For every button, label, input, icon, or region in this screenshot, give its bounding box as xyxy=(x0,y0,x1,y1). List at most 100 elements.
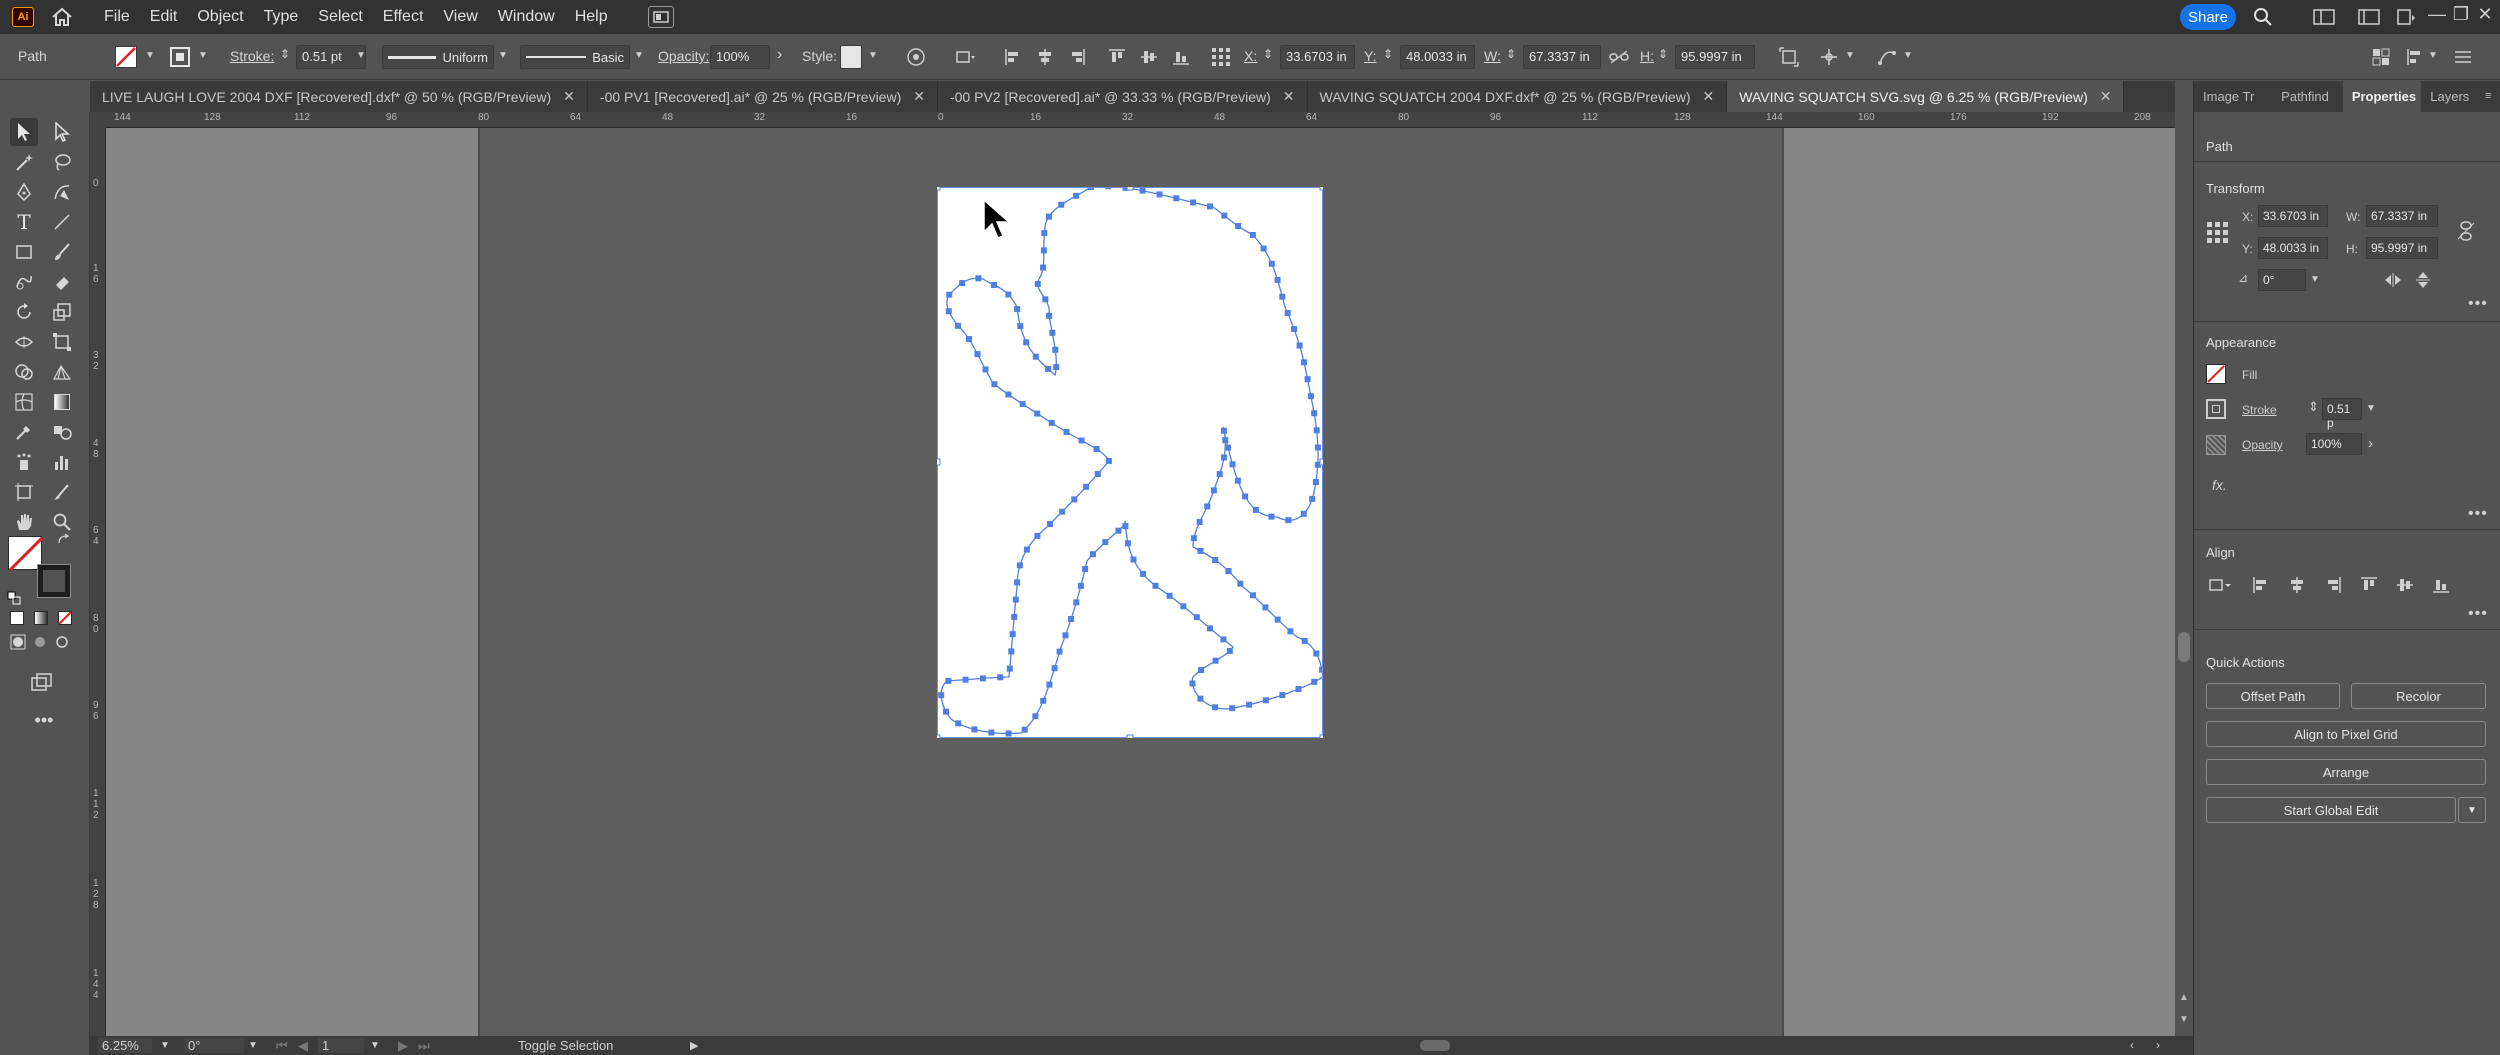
anchor-point[interactable] xyxy=(938,692,945,699)
transform-x-input[interactable]: 33.6703 in xyxy=(2258,205,2328,227)
fill-color-swatch[interactable] xyxy=(8,536,44,572)
vertical-align-bottom-icon[interactable] xyxy=(1170,46,1192,68)
anchor-point[interactable] xyxy=(1046,312,1053,319)
squatch-outline-path[interactable] xyxy=(933,183,1327,742)
anchor-point[interactable] xyxy=(1197,547,1204,554)
align-to-pixel-grid-button[interactable]: Align to Pixel Grid xyxy=(2206,721,2486,747)
stroke-stepper-icon[interactable]: ⇕ xyxy=(2308,399,2319,415)
start-global-edit-button[interactable]: Start Global Edit xyxy=(2206,797,2456,823)
anchor-point[interactable] xyxy=(1274,616,1281,623)
anchor-point[interactable] xyxy=(1279,692,1286,699)
shaper-tool-icon[interactable] xyxy=(10,268,38,296)
horizontal-align-right-icon[interactable] xyxy=(1066,46,1088,68)
anchor-point[interactable] xyxy=(1005,730,1012,737)
anchor-point[interactable] xyxy=(1166,592,1173,599)
anchor-point[interactable] xyxy=(1216,471,1223,478)
vertical-align-top-icon[interactable] xyxy=(1106,46,1128,68)
anchor-point[interactable] xyxy=(1040,247,1047,254)
path-options-icon[interactable] xyxy=(1818,46,1840,68)
align-vertical-center-icon[interactable] xyxy=(2396,576,2414,599)
anchor-point[interactable] xyxy=(1040,697,1047,704)
document-tab[interactable]: WAVING SQUATCH 2004 DXF.dxf* @ 25 % (RGB… xyxy=(1308,81,1728,112)
align-to-selection-icon[interactable] xyxy=(955,46,977,68)
anchor-point[interactable] xyxy=(1056,648,1063,655)
anchor-point[interactable] xyxy=(1304,376,1311,383)
anchor-point[interactable] xyxy=(1012,596,1019,603)
vertical-align-center-icon[interactable] xyxy=(1138,46,1160,68)
anchor-point[interactable] xyxy=(1021,726,1028,733)
transform-w-input[interactable]: 67.3337 in xyxy=(2366,205,2438,227)
anchor-point[interactable] xyxy=(1051,665,1058,672)
anchor-point[interactable] xyxy=(1284,310,1291,317)
bbox-handle-bottom-left[interactable] xyxy=(933,734,941,742)
opacity-input[interactable]: 100% xyxy=(2306,433,2362,455)
fill-swatch-none-icon[interactable] xyxy=(115,46,137,68)
align-right-icon[interactable] xyxy=(2324,576,2342,599)
menu-effect[interactable]: Effect xyxy=(373,0,434,34)
hand-tool-icon[interactable] xyxy=(10,508,38,536)
scroll-right-icon[interactable]: › xyxy=(2156,1038,2160,1052)
anchor-point[interactable] xyxy=(1062,632,1069,639)
stroke-weight-dropdown-icon[interactable]: ▼ xyxy=(356,50,366,61)
anchor-point[interactable] xyxy=(955,322,961,329)
menu-window[interactable]: Window xyxy=(488,0,565,34)
artboard-dropdown-icon[interactable]: ▼ xyxy=(370,1040,380,1051)
tab-properties[interactable]: Properties xyxy=(2342,81,2422,112)
height-input[interactable]: 95.9997 in xyxy=(1675,45,1755,69)
panel-layout-icon[interactable] xyxy=(2358,6,2380,28)
arrange-panel-icon[interactable] xyxy=(2370,46,2392,68)
scroll-up-icon[interactable]: ▲ xyxy=(2179,992,2189,1003)
x-stepper-icon[interactable]: ⇕ xyxy=(1263,47,1273,61)
anchor-point[interactable] xyxy=(974,351,981,358)
anchor-point[interactable] xyxy=(1094,471,1101,477)
anchor-point[interactable] xyxy=(1229,705,1236,712)
stroke-color-swatch[interactable] xyxy=(37,564,71,598)
vertical-ruler[interactable]: 0 1 6 3 2 4 8 6 4 8 0 9 6 1 1 2 1 2 8 1 … xyxy=(90,128,106,1036)
transform-more-options-icon[interactable]: ••• xyxy=(2468,295,2488,313)
anchor-point[interactable] xyxy=(1313,427,1320,434)
transform-icon[interactable] xyxy=(1778,46,1800,68)
align-bottom-icon[interactable] xyxy=(2432,576,2450,599)
anchor-point[interactable] xyxy=(1312,479,1319,485)
artboard[interactable] xyxy=(933,183,1327,742)
arrange-documents-icon[interactable] xyxy=(647,6,674,28)
default-fill-stroke-icon[interactable] xyxy=(6,590,22,606)
stroke-weight-dropdown-icon[interactable]: ▼ xyxy=(2366,403,2376,414)
anchor-point[interactable] xyxy=(959,280,966,287)
bbox-handle-top[interactable] xyxy=(1126,183,1134,191)
global-edit-options-dropdown-icon[interactable]: ▼ xyxy=(2458,797,2486,823)
anchor-point[interactable] xyxy=(1124,540,1131,547)
anchor-point[interactable] xyxy=(982,366,989,373)
anchor-point[interactable] xyxy=(1190,535,1197,542)
anchor-point[interactable] xyxy=(1073,599,1080,606)
rotate-tool-icon[interactable] xyxy=(10,298,38,326)
reference-point-icon[interactable] xyxy=(2206,221,2230,250)
ruler-origin-corner[interactable] xyxy=(90,112,106,128)
gradient-tool-icon[interactable] xyxy=(48,388,76,416)
fill-none-swatch[interactable] xyxy=(2206,364,2226,384)
anchor-point[interactable] xyxy=(955,720,962,727)
direct-selection-tool-icon[interactable] xyxy=(48,118,76,146)
eyedropper-tool-icon[interactable] xyxy=(10,418,38,446)
close-tab-icon[interactable]: ✕ xyxy=(913,88,925,105)
anchor-point[interactable] xyxy=(1249,232,1256,238)
anchor-point[interactable] xyxy=(1252,506,1259,513)
anchor-point[interactable] xyxy=(1313,650,1320,657)
x-position-input[interactable]: 33.6703 in xyxy=(1280,45,1355,69)
anchor-point[interactable] xyxy=(1207,203,1213,210)
paintbrush-tool-icon[interactable] xyxy=(48,238,76,266)
anchor-point[interactable] xyxy=(1285,517,1292,524)
anchor-point[interactable] xyxy=(1196,519,1203,525)
anchor-point[interactable] xyxy=(1005,291,1012,298)
anchor-point[interactable] xyxy=(1190,199,1197,206)
slice-tool-icon[interactable] xyxy=(48,478,76,506)
eraser-tool-icon[interactable] xyxy=(48,268,76,296)
anchor-point[interactable] xyxy=(1016,562,1023,569)
anchor-point[interactable] xyxy=(991,381,998,388)
anchor-point[interactable] xyxy=(1307,393,1314,400)
fill-dropdown-icon[interactable]: ▼ xyxy=(145,50,155,61)
opacity-label[interactable]: Opacity: xyxy=(658,48,709,64)
stroke-weight-input[interactable]: 0.51 p xyxy=(2322,398,2362,430)
type-tool-icon[interactable]: T xyxy=(10,208,38,236)
anchor-point[interactable] xyxy=(1083,483,1090,490)
